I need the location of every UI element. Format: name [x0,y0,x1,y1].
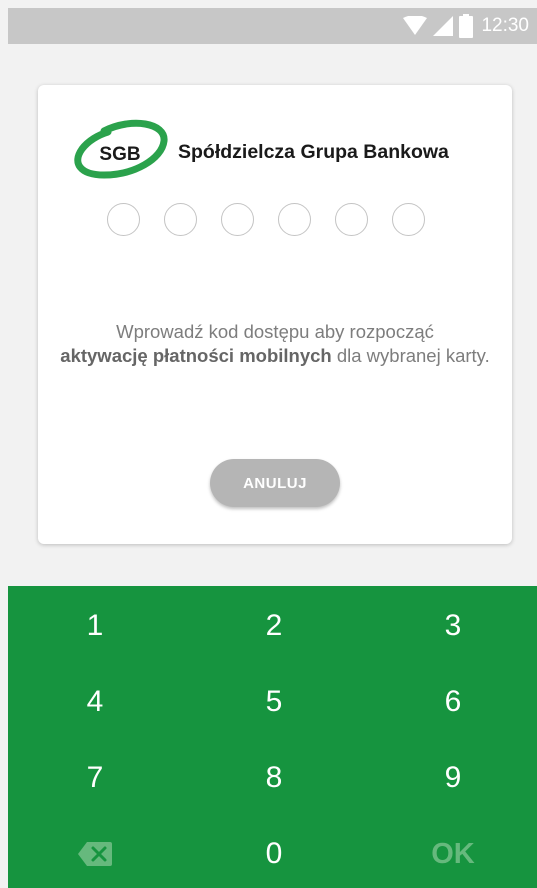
key-6[interactable]: 6 [393,672,513,732]
pin-dot [164,203,197,236]
status-bar: 12:30 [8,8,537,44]
instruction-message: Wprowadź kod dostępu aby rozpocząć aktyw… [38,320,512,368]
status-icons: 12:30 [403,8,529,44]
pin-dot [392,203,425,236]
key-0[interactable]: 0 [214,824,334,884]
pin-dot [221,203,254,236]
logo-text: SGB [99,144,140,165]
key-9[interactable]: 9 [393,748,513,808]
message-bold: aktywację płatności mobilnych [60,345,332,366]
pin-dot [107,203,140,236]
cancel-button[interactable]: ANULUJ [210,459,340,507]
key-4[interactable]: 4 [35,672,155,732]
backspace-icon [78,842,112,866]
activation-card: SGB Spółdzielcza Grupa Bankowa Wprowadź … [38,85,512,544]
key-5[interactable]: 5 [214,672,334,732]
sgb-logo: SGB [74,119,168,179]
message-text: Wprowadź kod dostępu aby rozpocząć [116,321,434,342]
status-time: 12:30 [481,15,529,36]
key-8[interactable]: 8 [214,748,334,808]
wifi-icon [403,16,428,35]
message-text-end: dla wybranej karty. [336,345,490,366]
key-7[interactable]: 7 [35,748,155,808]
signal-icon [433,16,454,36]
pin-dot [335,203,368,236]
backspace-key[interactable] [35,824,155,884]
pin-indicator [107,203,425,236]
pin-dot [278,203,311,236]
brand-header: SGB Spółdzielcza Grupa Bankowa [74,119,449,185]
key-2[interactable]: 2 [214,596,334,656]
key-1[interactable]: 1 [35,596,155,656]
ok-key[interactable]: OK [393,824,513,884]
bank-name: Spółdzielcza Grupa Bankowa [178,140,449,163]
key-3[interactable]: 3 [393,596,513,656]
battery-icon [459,14,474,38]
numeric-keypad: 1 2 3 4 5 6 7 8 9 0 OK [8,586,537,888]
